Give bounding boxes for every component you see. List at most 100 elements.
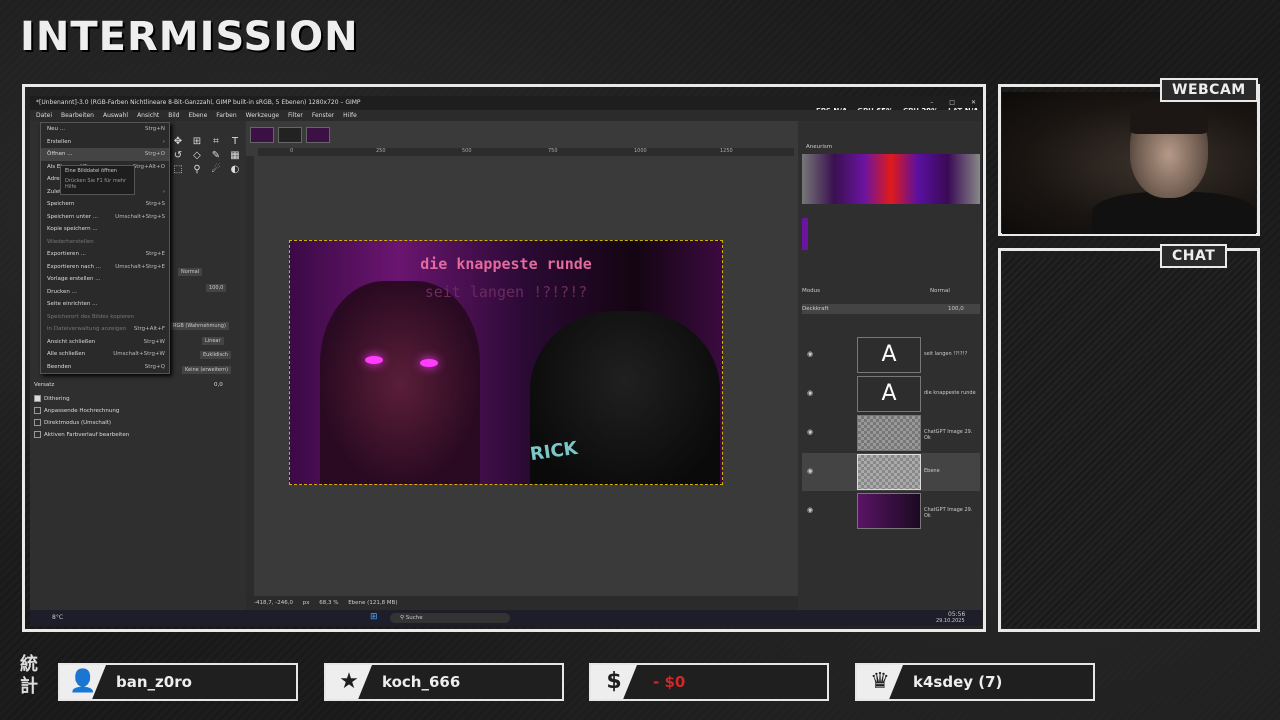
- menu-item-export[interactable]: Exportieren ... Strg+E: [41, 248, 169, 261]
- metric-select[interactable]: Euklidisch: [200, 351, 232, 359]
- status-bar: -418,7, -246,0 px 68,3 % Ebene (121,8 MB…: [246, 596, 798, 610]
- space-select[interactable]: RGB (Wahrnehmung): [170, 322, 229, 330]
- layer-row[interactable]: ◉ A seit langen !?!?!?: [802, 336, 980, 374]
- repeat-select[interactable]: Keine (erweitern): [182, 366, 232, 374]
- layer-row[interactable]: ◉ A die knappeste runde: [802, 375, 980, 413]
- layer-row[interactable]: ◉ Ebene: [802, 453, 980, 491]
- layer-mode-select[interactable]: Normal: [930, 288, 950, 294]
- image-layer-thumb: [857, 493, 921, 529]
- clock-date[interactable]: 29.10.2025: [936, 618, 965, 624]
- menu-item-save-as[interactable]: Speichern unter ... Umschalt+Strg+S: [41, 211, 169, 224]
- edit-gradient-checkbox[interactable]: [34, 431, 41, 438]
- image-tabs: [250, 127, 330, 143]
- offset-value[interactable]: 0,0: [214, 380, 223, 391]
- menu-farben[interactable]: Farben: [216, 110, 236, 121]
- empty-layer-thumb: [857, 454, 921, 490]
- layers-opacity-row: Deckkraft 100,0: [802, 304, 980, 314]
- taskbar-search[interactable]: ⚲ Suche: [390, 613, 510, 623]
- gradient-tool-icon[interactable]: ▦: [227, 150, 243, 161]
- warp-tool-icon[interactable]: ↺: [170, 150, 186, 161]
- menu-bearbeiten[interactable]: Bearbeiten: [61, 110, 94, 121]
- align-tool-icon[interactable]: ⊞: [189, 136, 205, 147]
- menu-item-print[interactable]: Drucken ...: [41, 286, 169, 299]
- menu-item-save[interactable]: Speichern Strg+S: [41, 198, 169, 211]
- image-tab[interactable]: [250, 127, 274, 143]
- visibility-icon[interactable]: ◉: [807, 506, 813, 514]
- gradient-preview[interactable]: [802, 154, 980, 204]
- direct-row[interactable]: Direktmodus (Umschalt): [34, 418, 242, 429]
- menu-item-revert[interactable]: Wiederherstellen: [41, 236, 169, 249]
- menu-fenster[interactable]: Fenster: [312, 110, 334, 121]
- menu-item-quit[interactable]: Beenden Strg+Q: [41, 361, 169, 374]
- menu-item-create[interactable]: Erstellen ›: [41, 136, 169, 149]
- menu-item-export-to[interactable]: Exportieren nach ... Umschalt+Strg+E: [41, 261, 169, 274]
- mode-select[interactable]: Normal: [178, 268, 203, 276]
- visibility-icon[interactable]: ◉: [807, 467, 813, 475]
- menu-bild[interactable]: Bild: [168, 110, 179, 121]
- dithering-row[interactable]: Dithering: [34, 394, 242, 405]
- glowing-eye: [420, 359, 438, 367]
- shape-select[interactable]: Linear: [202, 337, 224, 345]
- menu-item-save-copy[interactable]: Kopie speichern ...: [41, 223, 169, 236]
- weather-widget[interactable]: 8°C: [52, 614, 63, 621]
- menu-item-page-setup[interactable]: Seite einrichten ...: [41, 298, 169, 311]
- menu-ansicht[interactable]: Ansicht: [137, 110, 159, 121]
- menu-item-close-view[interactable]: Ansicht schließen Strg+W: [41, 336, 169, 349]
- menu-ebene[interactable]: Ebene: [189, 110, 208, 121]
- menu-item-close-all[interactable]: Alle schließen Umschalt+Strg+W: [41, 348, 169, 361]
- text-tool-icon[interactable]: T: [227, 136, 243, 147]
- select-tool-icon[interactable]: ⬚: [170, 164, 186, 175]
- direct-checkbox[interactable]: [34, 419, 41, 426]
- tooltip-title: Eine Bilddatei öffnen: [65, 168, 117, 174]
- menu-hilfe[interactable]: Hilfe: [343, 110, 357, 121]
- horizontal-ruler: 0 250 500 750 1000 1250: [258, 148, 794, 156]
- menu-filter[interactable]: Filter: [288, 110, 303, 121]
- stats-kanji: 統 計: [20, 654, 38, 698]
- top-gifter-box: ♛ k4sdey (7): [855, 663, 1095, 701]
- taskbar: 8°C ⊞ ⚲ Suche 05:56 29.10.2025: [30, 610, 982, 626]
- image-tab[interactable]: [306, 127, 330, 143]
- adaptive-row[interactable]: Anpassende Hochrechnung: [34, 406, 242, 417]
- text-layer-thumb: A: [857, 337, 921, 373]
- layer-name: ChatGPT Image 29. Ok: [924, 429, 973, 441]
- opacity-field[interactable]: 100,0: [206, 284, 227, 292]
- crop-tool-icon[interactable]: ⌗: [208, 136, 224, 147]
- layer-info: Ebene (121,8 MB): [348, 600, 398, 606]
- menu-item-show-in-files[interactable]: In Dateiverwaltung anzeigen Strg+Alt+F: [41, 323, 169, 336]
- move-tool-icon[interactable]: ✥: [170, 136, 186, 147]
- visibility-icon[interactable]: ◉: [807, 389, 813, 397]
- layer-row[interactable]: ◉ ChatGPT Image 29. Ok: [802, 414, 980, 452]
- gradient-swatch[interactable]: [802, 218, 808, 250]
- menu-item-template[interactable]: Vorlage erstellen ...: [41, 273, 169, 286]
- image-canvas[interactable]: RICK die knappeste runde seit langen !?!…: [289, 240, 723, 485]
- menu-item-new[interactable]: Neu ... Strg+N: [41, 123, 169, 136]
- transform-tool-icon[interactable]: ◇: [189, 150, 205, 161]
- edit-gradient-label: Aktiven Farbverlauf bearbeiten: [44, 432, 130, 438]
- menu-datei[interactable]: Datei: [36, 110, 52, 121]
- zoom-select[interactable]: 68,3 %: [319, 600, 338, 606]
- image-tab[interactable]: [278, 127, 302, 143]
- smudge-tool-icon[interactable]: ☄: [208, 164, 224, 175]
- menu-item-open[interactable]: Öffnen ... Strg+O: [41, 148, 169, 161]
- clone-tool-icon[interactable]: ⚲: [189, 164, 205, 175]
- menu-item-copy-location[interactable]: Speicherort des Bildes kopieren: [41, 311, 169, 324]
- ruler-mark: 750: [548, 148, 558, 154]
- layer-opacity-field[interactable]: 100,0: [948, 304, 964, 314]
- menu-auswahl[interactable]: Auswahl: [103, 110, 128, 121]
- paint-tool-icon[interactable]: ✎: [208, 150, 224, 161]
- dodge-tool-icon[interactable]: ◐: [227, 164, 243, 175]
- windows-start-icon[interactable]: ⊞: [370, 612, 378, 622]
- edit-gradient-row[interactable]: Aktiven Farbverlauf bearbeiten: [34, 430, 242, 441]
- visibility-icon[interactable]: ◉: [807, 428, 813, 436]
- clock-time[interactable]: 05:56: [948, 611, 965, 618]
- menu-werkzeuge[interactable]: Werkzeuge: [246, 110, 279, 121]
- streamer-body: [1092, 192, 1256, 234]
- visibility-icon[interactable]: ◉: [807, 350, 813, 358]
- unit-select[interactable]: px: [303, 600, 310, 606]
- text-layer-thumb: A: [857, 376, 921, 412]
- dithering-checkbox[interactable]: [34, 395, 41, 402]
- latest-subscriber: koch_666: [382, 673, 461, 691]
- layer-row[interactable]: ◉ ChatGPT Image 29. Ok: [802, 492, 980, 530]
- adaptive-checkbox[interactable]: [34, 407, 41, 414]
- offset-row: Versatz 0,0: [34, 380, 242, 391]
